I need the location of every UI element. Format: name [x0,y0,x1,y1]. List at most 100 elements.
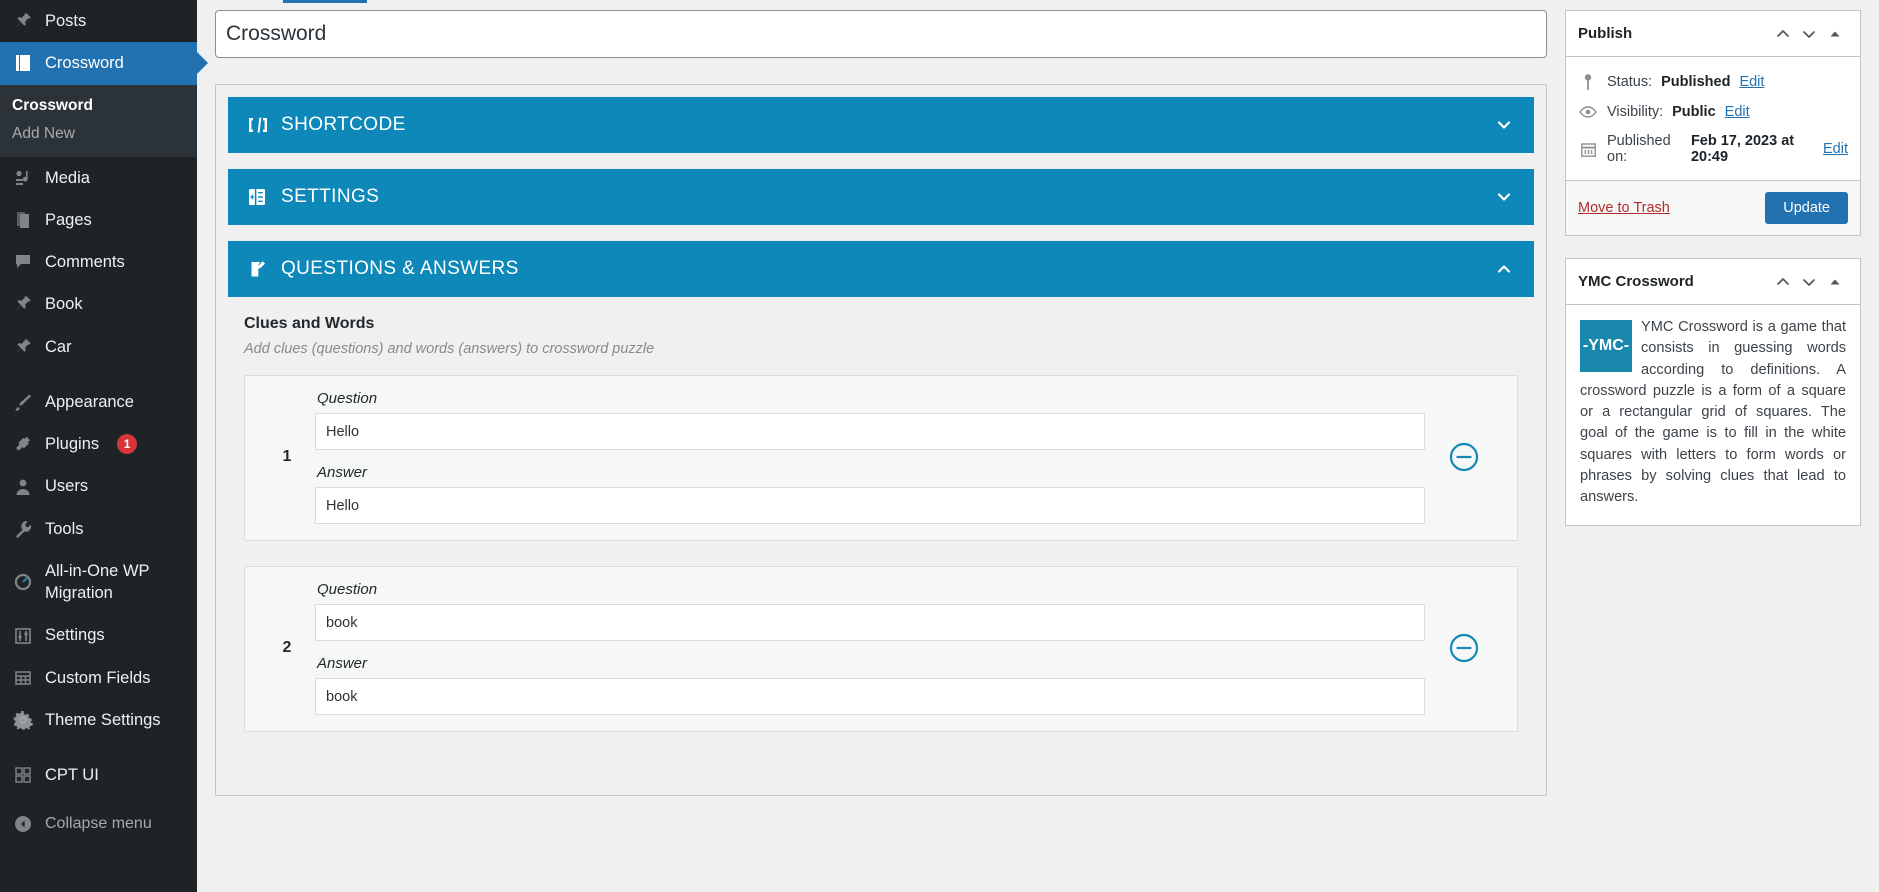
visibility-label: Visibility: [1607,104,1664,120]
sidebar-item-car[interactable]: Car [0,326,197,368]
sidebar-item-settings[interactable]: Settings [0,614,197,656]
sidebar-item-theme-settings[interactable]: Theme Settings [0,699,197,741]
accordion-settings-header[interactable]: SETTINGS [228,169,1534,225]
move-down-icon[interactable] [1796,21,1822,47]
move-up-icon[interactable] [1770,21,1796,47]
edit-published-date-link[interactable]: Edit [1823,141,1848,157]
accordion-settings-label: SETTINGS [281,186,380,207]
answer-label: Answer [317,464,368,481]
sliders-icon [12,625,34,647]
status-label: Status: [1607,74,1653,90]
sidebar-item-custom-fields[interactable]: Custom Fields [0,657,197,699]
plugins-update-badge: 1 [117,434,138,455]
move-down-icon[interactable] [1796,269,1822,295]
move-up-icon[interactable] [1770,269,1796,295]
editor-column: SHORTCODE SETTINGS [215,0,1547,892]
sidebar-item-label: Car [45,337,72,356]
collapse-icon [12,813,34,835]
clues-description: Add clues (questions) and words (answers… [244,341,655,357]
publish-visibility-row: Visibility: Public Edit [1578,100,1848,129]
submenu-item-add-new[interactable]: Add New [0,120,197,148]
sidebar-item-plugins[interactable]: Plugins 1 [0,423,197,465]
edit-status-link[interactable]: Edit [1739,74,1764,90]
question-label: Question [317,390,378,407]
crossword-submenu: Crossword Add New [0,84,197,157]
pencil-note-icon [248,259,270,279]
sidebar-item-users[interactable]: Users [0,465,197,507]
sidebar-item-label: Users [45,477,89,496]
sidebar-item-label: Crossword [45,54,124,73]
qa-row: 2 Question Answer [244,566,1518,732]
qa-row-fields: Question Answer [315,390,1425,524]
move-to-trash-link[interactable]: Move to Trash [1578,200,1670,216]
qa-row: 1 Question Answer [244,375,1518,541]
brush-icon [12,391,34,413]
remove-qa-row-button[interactable] [1425,390,1503,524]
wrench-icon [12,518,34,540]
answer-input[interactable] [315,487,1425,524]
ymc-logo: -YMC- [1580,320,1632,372]
publish-metabox-title: Publish [1578,25,1633,42]
sidebar-item-label: Pages [45,210,92,229]
publish-date-row: Published on: Feb 17, 2023 at 20:49 Edit [1578,129,1848,174]
sidebar-item-appearance[interactable]: Appearance [0,381,197,423]
sidebar-item-label: Theme Settings [45,710,161,729]
comment-icon [12,251,34,273]
published-on-label: Published on: [1607,133,1671,165]
answer-input[interactable] [315,678,1425,715]
user-icon [12,476,34,498]
publish-metabox: Publish Status: Published Edit Visibilit… [1565,10,1861,236]
toggle-panel-icon[interactable] [1822,269,1848,295]
sidebar-item-comments[interactable]: Comments [0,241,197,283]
pin-status-icon [1578,73,1598,91]
sidebar-item-label: Settings [45,626,105,645]
accordion-questions-answers: QUESTIONS & ANSWERS Clues and Words Add … [228,241,1534,767]
sidebar-item-label: Tools [45,519,84,538]
ymc-crossword-metabox: YMC Crossword -YMC- YMC Crossword is a g… [1565,258,1861,526]
sidebar-item-crossword[interactable]: Crossword [0,42,197,85]
sidebar-item-cpt-ui[interactable]: CPT UI [0,754,197,796]
chevron-up-icon[interactable] [1494,259,1514,279]
pin-icon [12,10,34,32]
sidebar-item-all-in-one-wp-migration[interactable]: All-in-One WP Migration [0,550,197,615]
sidebar-item-label: Custom Fields [45,668,151,687]
sidebar-item-label: Collapse menu [45,814,152,832]
remove-qa-row-button[interactable] [1425,581,1503,715]
question-input[interactable] [315,413,1425,450]
question-label: Question [317,581,378,598]
toggle-panel-icon[interactable] [1822,21,1848,47]
migration-icon [12,571,34,593]
media-icon [12,167,34,189]
menu-separator-2 [0,741,197,754]
chevron-down-icon[interactable] [1494,187,1514,207]
active-tab-indicator [283,0,367,3]
sidebar-item-label: Book [45,295,83,314]
update-button[interactable]: Update [1765,192,1848,224]
publish-metabox-footer: Move to Trash Update [1566,180,1860,235]
gear-icon [12,709,34,731]
accordion-shortcode-header[interactable]: SHORTCODE [228,97,1534,153]
post-title-input[interactable] [215,10,1547,58]
grid-icon [12,667,34,689]
sidebar-item-label: Plugins [45,435,100,454]
wordpress-admin-screen: Posts Crossword Crossword Add New Media … [0,0,1879,892]
eye-icon [1578,105,1598,119]
menu-separator [0,368,197,381]
published-on-value: Feb 17, 2023 at 20:49 [1690,133,1795,165]
sidebar-item-posts[interactable]: Posts [0,0,197,42]
accordion-questions-answers-header[interactable]: QUESTIONS & ANSWERS [228,241,1534,297]
qa-row-index: 1 [282,448,292,465]
sidebar-item-tools[interactable]: Tools [0,508,197,550]
question-input[interactable] [315,604,1425,641]
sidebar-item-book[interactable]: Book [0,283,197,325]
sidebar-item-media[interactable]: Media [0,157,197,199]
visibility-value: Public [1672,104,1716,120]
chevron-down-icon[interactable] [1494,115,1514,135]
sidebar-item-pages[interactable]: Pages [0,199,197,241]
crossword-metabox: SHORTCODE SETTINGS QUESTIONS & ANSWERS C… [215,84,1547,796]
sidebar-item-label: Media [45,168,90,187]
submenu-item-crossword[interactable]: Crossword [0,92,197,120]
edit-visibility-link[interactable]: Edit [1725,104,1750,120]
sidebar-item-collapse-menu[interactable]: Collapse menu [0,803,197,845]
questions-answers-body: Clues and Words Add clues (questions) an… [228,297,1534,767]
